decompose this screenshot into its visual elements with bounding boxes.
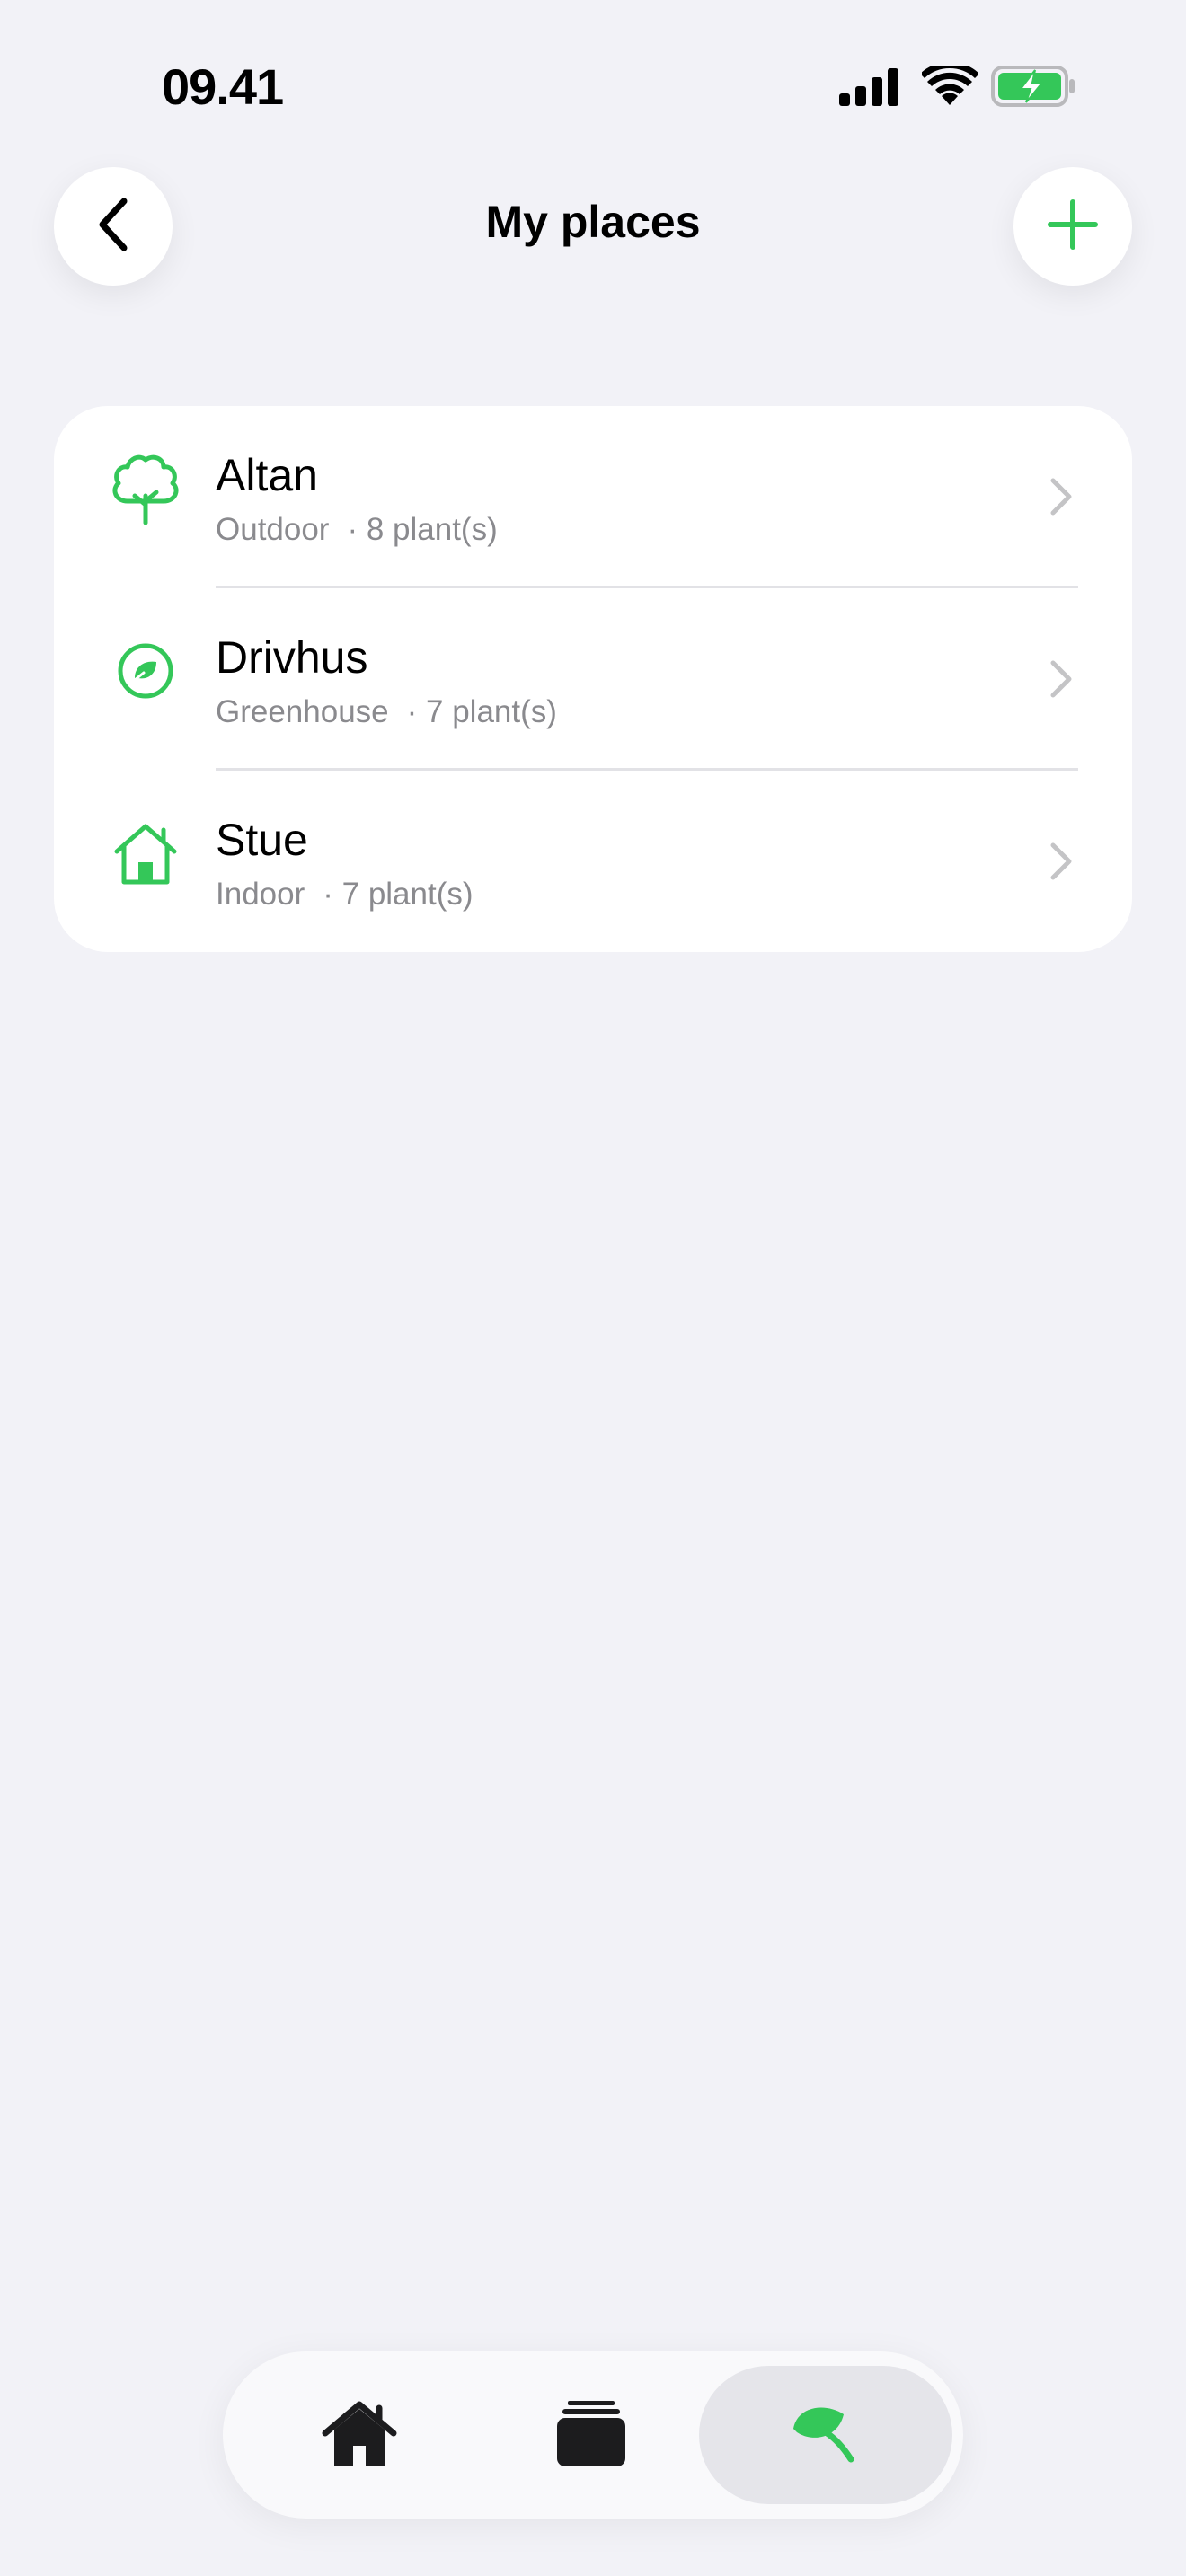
greenhouse-leaf-icon — [106, 631, 185, 710]
place-meta: Indoor · 7 plant(s) — [216, 877, 474, 913]
status-bar: 09.41 — [0, 0, 1186, 162]
place-type: Indoor — [216, 877, 305, 912]
tab-bar — [223, 2351, 963, 2519]
plant-count: · 7 plant(s) — [323, 877, 474, 912]
house-icon — [106, 814, 185, 893]
page-title: My places — [485, 197, 701, 247]
tree-icon — [106, 449, 185, 528]
place-type: Greenhouse — [216, 694, 389, 729]
add-place-button[interactable] — [1013, 167, 1132, 286]
place-name: Drivhus — [216, 632, 368, 683]
cellular-signal-icon — [839, 66, 900, 106]
tab-collection[interactable] — [501, 2366, 681, 2504]
chevron-right-icon — [1042, 476, 1078, 517]
place-row-drivhus[interactable]: Drivhus Greenhouse · 7 plant(s) — [54, 588, 1132, 770]
place-meta: Greenhouse · 7 plant(s) — [216, 694, 557, 730]
tab-home[interactable] — [270, 2366, 449, 2504]
cards-stack-icon — [555, 2397, 627, 2474]
place-row-stue[interactable]: Stue Indoor · 7 plant(s) — [54, 771, 1132, 952]
plant-count: · 7 plant(s) — [406, 694, 557, 729]
chevron-right-icon — [1042, 658, 1078, 700]
place-name: Altan — [216, 450, 318, 500]
status-icons — [839, 63, 1076, 110]
place-row-altan[interactable]: Altan Outdoor · 8 plant(s) — [54, 406, 1132, 587]
place-type: Outdoor — [216, 512, 330, 547]
status-time: 09.41 — [162, 58, 284, 115]
place-meta: Outdoor · 8 plant(s) — [216, 512, 498, 548]
leaf-icon — [788, 2402, 863, 2469]
places-list: Altan Outdoor · 8 plant(s) Drivhus Greenh… — [54, 406, 1132, 952]
plant-count: · 8 plant(s) — [347, 512, 498, 547]
tab-plants[interactable] — [699, 2366, 952, 2504]
home-icon — [322, 2397, 397, 2474]
place-name: Stue — [216, 815, 308, 865]
battery-charging-icon — [990, 65, 1076, 108]
wifi-icon — [922, 66, 978, 107]
plus-icon — [1046, 198, 1100, 256]
chevron-right-icon — [1042, 841, 1078, 882]
